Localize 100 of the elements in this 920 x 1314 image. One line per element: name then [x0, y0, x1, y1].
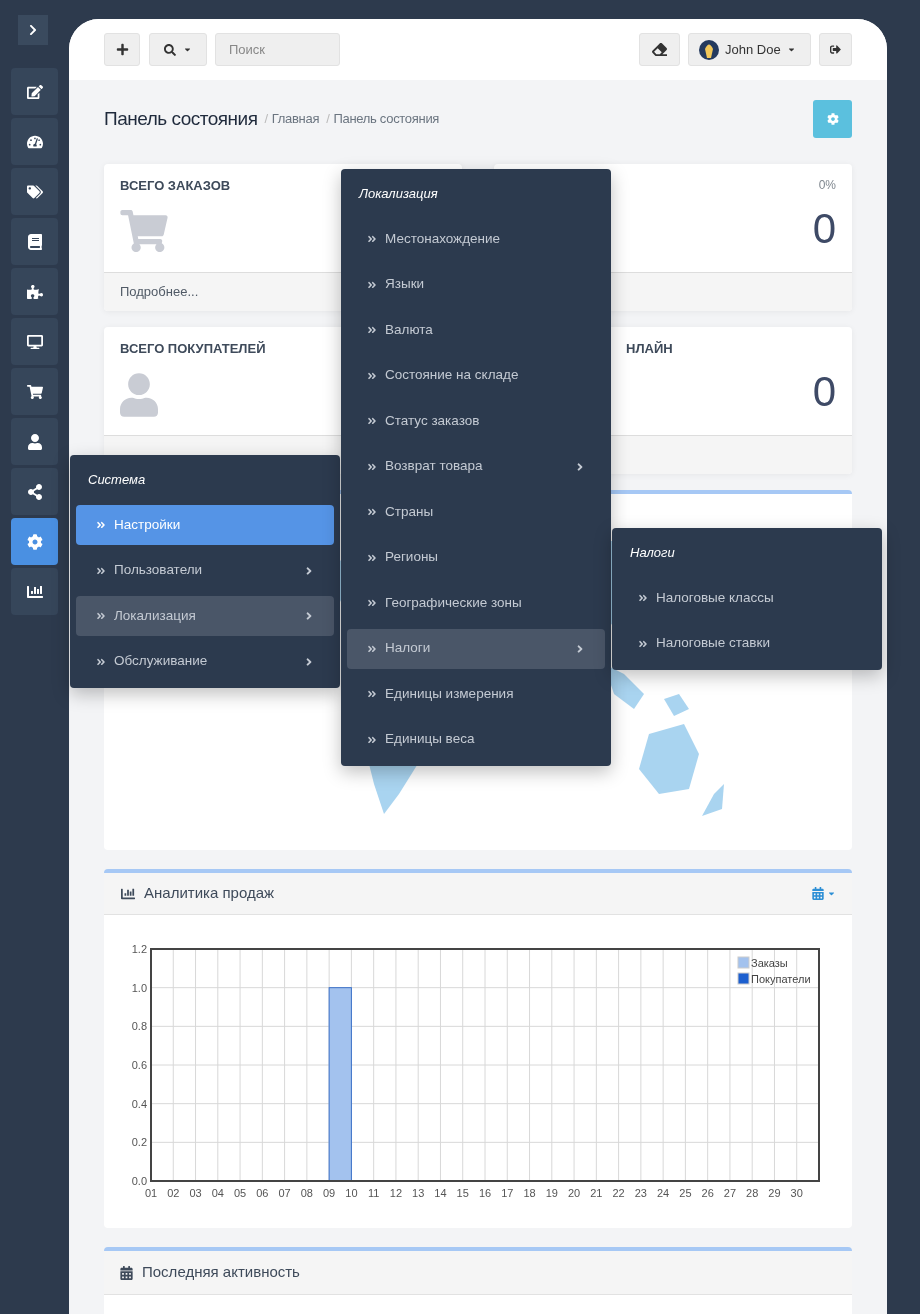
menu-item[interactable]: Статус заказов [347, 401, 605, 441]
double-chevron-icon [367, 416, 377, 426]
caret-icon [786, 45, 796, 54]
menu-item[interactable]: Языки [347, 264, 605, 305]
menu-item[interactable]: Единицы измерения [347, 674, 605, 714]
details-link[interactable]: Подробнее... [120, 282, 199, 302]
chevron-right-icon [575, 460, 585, 473]
axis-label: 1.0 [131, 981, 147, 994]
double-chevron-icon [367, 734, 377, 745]
axis-label: 01 [144, 1187, 158, 1199]
plus-icon [115, 43, 129, 56]
cart-icon [120, 209, 168, 252]
menu-item[interactable]: Единицы веса [347, 719, 605, 760]
double-chevron-icon [367, 234, 377, 244]
user-icon [26, 433, 43, 450]
axis-label: 06 [256, 1187, 269, 1199]
calendar-icon [120, 1265, 133, 1280]
axis-label: 24 [657, 1187, 670, 1199]
double-chevron-icon [638, 593, 648, 603]
logout-icon [830, 44, 841, 55]
logout-button[interactable] [819, 33, 852, 66]
sidebar-button[interactable] [11, 168, 58, 215]
sidebar-button[interactable] [11, 68, 58, 115]
axis-label: 17 [501, 1187, 514, 1199]
double-chevron-icon [96, 656, 106, 667]
caret-icon [827, 889, 836, 898]
search-button[interactable] [149, 33, 207, 66]
menu-item[interactable]: Налоги [347, 628, 605, 669]
double-chevron-icon [96, 520, 106, 530]
calendar-icon [812, 887, 824, 900]
double-chevron-icon [367, 325, 377, 335]
book-icon [26, 233, 43, 250]
axis-label: 22 [612, 1187, 625, 1199]
card-title: ВСЕГО ПОКУПАТЕЛЕЙ [120, 340, 266, 358]
sidebar-button[interactable] [11, 418, 58, 465]
double-chevron-icon [367, 598, 377, 608]
chevron-right-icon [304, 564, 314, 577]
double-chevron-icon [367, 279, 377, 290]
card-title: НЛАЙН [626, 340, 673, 358]
axis-label: 05 [233, 1187, 247, 1199]
menu-heading: Система [88, 471, 146, 490]
menu-item[interactable]: Обслуживание [76, 641, 334, 682]
breadcrumb-link[interactable]: Панель состояния [333, 109, 440, 129]
menu-heading: Локализация [359, 185, 438, 204]
axis-label: 0.6 [131, 1059, 147, 1071]
menu-item[interactable]: Пользователи [76, 550, 334, 591]
menu-item[interactable]: Налоговые классы [618, 578, 876, 618]
legend-swatch [737, 972, 750, 985]
menu-item[interactable]: Местонахождение [347, 219, 605, 259]
clear-button[interactable] [639, 33, 680, 66]
menu-item[interactable]: Географические зоны [347, 583, 605, 623]
menu-item[interactable]: Состояние на складе [347, 355, 605, 396]
eraser-icon [652, 42, 667, 57]
sidebar-button[interactable] [11, 318, 58, 365]
axis-label: 13 [412, 1187, 425, 1199]
sidebar-button[interactable] [11, 468, 58, 515]
caret-icon [183, 45, 192, 54]
settings-icon [826, 113, 839, 125]
chevron-right-icon [27, 24, 39, 36]
menu-item[interactable]: Регионы [347, 537, 605, 578]
axis-label: 15 [456, 1187, 469, 1199]
axis-label: 03 [189, 1187, 202, 1199]
menu-item[interactable]: Возврат товара [347, 446, 605, 487]
axis-label: 0.4 [131, 1097, 147, 1110]
double-chevron-icon [96, 565, 106, 576]
axis-label: 09 [323, 1187, 336, 1199]
menu-item[interactable]: Налоговые ставки [618, 623, 876, 664]
card-title: ВСЕГО ЗАКАЗОВ [120, 177, 231, 195]
menu-item[interactable]: Страны [347, 492, 605, 532]
menu-heading: Налоги [630, 544, 675, 563]
date-range-button[interactable] [812, 887, 836, 900]
breadcrumb-link[interactable]: Главная [271, 109, 320, 129]
bar-chart-icon [120, 886, 136, 901]
axis-label: 08 [300, 1187, 313, 1199]
axis-label: 04 [211, 1187, 224, 1199]
stat-value: 0 [812, 204, 836, 254]
sidebar-button[interactable] [11, 218, 58, 265]
double-chevron-icon [367, 552, 377, 563]
axis-label: 0.2 [131, 1136, 147, 1149]
axis-label: 12 [389, 1187, 403, 1199]
user-menu-button[interactable]: John Doe [688, 33, 811, 66]
cart-icon [26, 383, 43, 400]
axis-label: 20 [567, 1187, 581, 1199]
sidebar-button[interactable] [11, 268, 58, 315]
axis-label: 0.8 [131, 1020, 147, 1033]
sidebar-button[interactable] [11, 368, 58, 415]
menu-item[interactable]: Локализация [76, 596, 334, 636]
axis-label: 21 [590, 1187, 603, 1199]
add-button[interactable] [104, 33, 140, 66]
percent-text: 0% [818, 177, 836, 194]
axis-label: 14 [434, 1187, 447, 1199]
sidebar-button[interactable] [11, 118, 58, 165]
sidebar-button[interactable] [11, 568, 58, 615]
menu-item[interactable]: Валюта [347, 310, 605, 350]
search-field[interactable]: Поиск [215, 33, 340, 66]
double-chevron-icon [367, 370, 377, 381]
puzzle-icon [26, 283, 43, 300]
sidebar-toggle[interactable] [18, 15, 48, 45]
bar-chart-icon [26, 583, 43, 600]
double-chevron-icon [367, 643, 377, 654]
